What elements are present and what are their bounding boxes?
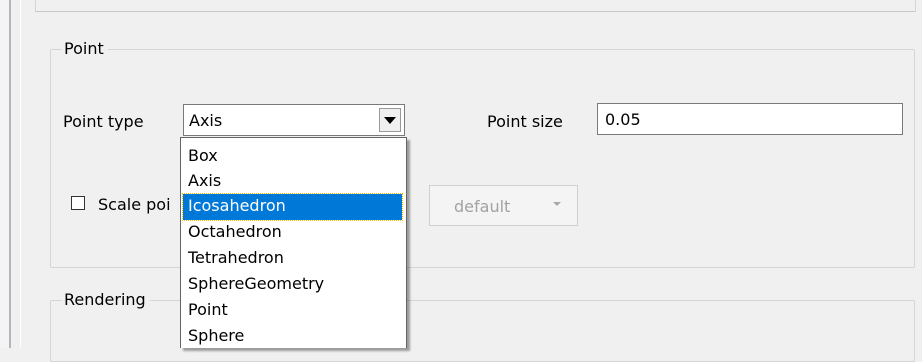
default-button-label: default (454, 197, 511, 216)
point-size-value: 0.05 (605, 110, 641, 129)
point-type-value: Axis (189, 111, 223, 130)
point-size-label: Point size (487, 112, 563, 131)
dropdown-item-box[interactable]: Box (183, 144, 402, 170)
left-panel-divider (20, 0, 21, 348)
chevron-down-icon (384, 117, 396, 124)
point-type-dropdown-button[interactable] (379, 108, 401, 132)
dropdown-item-tetrahedron[interactable]: Tetrahedron (183, 246, 402, 272)
caret-down-icon (553, 202, 561, 206)
dropdown-item-axis[interactable]: Axis (183, 169, 402, 195)
point-type-dropdown-list[interactable]: Box Axis Icosahedron Octahedron Tetrahed… (180, 137, 407, 348)
left-panel-edge (0, 0, 11, 348)
point-group-title: Point (62, 38, 108, 60)
dropdown-item-sphere[interactable]: Sphere (183, 324, 402, 348)
dropdown-item-icosahedron[interactable]: Icosahedron (182, 193, 403, 221)
dropdown-item-spheregeometry[interactable]: SphereGeometry (183, 272, 402, 298)
scale-points-checkbox[interactable] (71, 196, 85, 210)
point-type-label: Point type (63, 112, 144, 131)
previous-group-box (35, 0, 916, 12)
rendering-group-title: Rendering (62, 289, 150, 311)
point-type-combobox[interactable]: Axis (183, 104, 405, 136)
dropdown-item-point[interactable]: Point (183, 298, 402, 324)
default-dropdown-button[interactable]: default (429, 185, 578, 226)
dropdown-item-octahedron[interactable]: Octahedron (183, 220, 402, 246)
scale-points-label: Scale poi (98, 195, 171, 214)
point-size-input[interactable]: 0.05 (597, 103, 903, 135)
